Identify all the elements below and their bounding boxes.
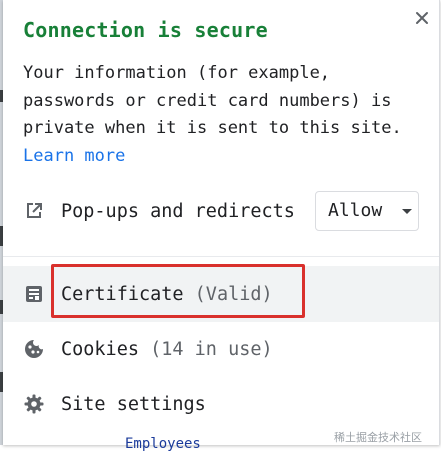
divider [3,256,439,257]
popups-label: Pop-ups and redirects [61,200,295,222]
site-settings-row[interactable]: Site settings [3,380,439,428]
certificate-icon [23,283,45,305]
popups-select[interactable]: Allow [315,191,419,231]
cookies-label: Cookies (14 in use) [61,339,273,360]
chevron-down-icon [402,209,412,214]
certificate-row[interactable]: Certificate (Valid) [3,266,439,322]
certificate-name: Certificate [61,283,184,305]
open-in-new-icon [23,200,45,222]
background-text: Employees [125,436,201,452]
certificate-status: (Valid) [194,283,273,305]
popups-select-value: Allow [328,200,383,221]
description-text: Your information (for example, passwords… [23,63,402,138]
certificate-label: Certificate (Valid) [61,284,273,305]
site-settings-label: Site settings [61,393,206,415]
site-info-popup: Connection is secure Your information (f… [3,0,440,452]
learn-more-link[interactable]: Learn more [23,143,125,171]
cookies-name: Cookies [61,338,139,360]
cookie-icon [23,338,45,360]
close-icon[interactable] [414,10,430,26]
cookies-status: (14 in use) [150,338,273,360]
dialog-description: Your information (for example, passwords… [23,60,423,170]
gear-icon [23,393,45,415]
watermark: 稀土掘金技术社区 [334,431,422,444]
dialog-title: Connection is secure [23,18,268,42]
cookies-row[interactable]: Cookies (14 in use) [3,326,439,372]
